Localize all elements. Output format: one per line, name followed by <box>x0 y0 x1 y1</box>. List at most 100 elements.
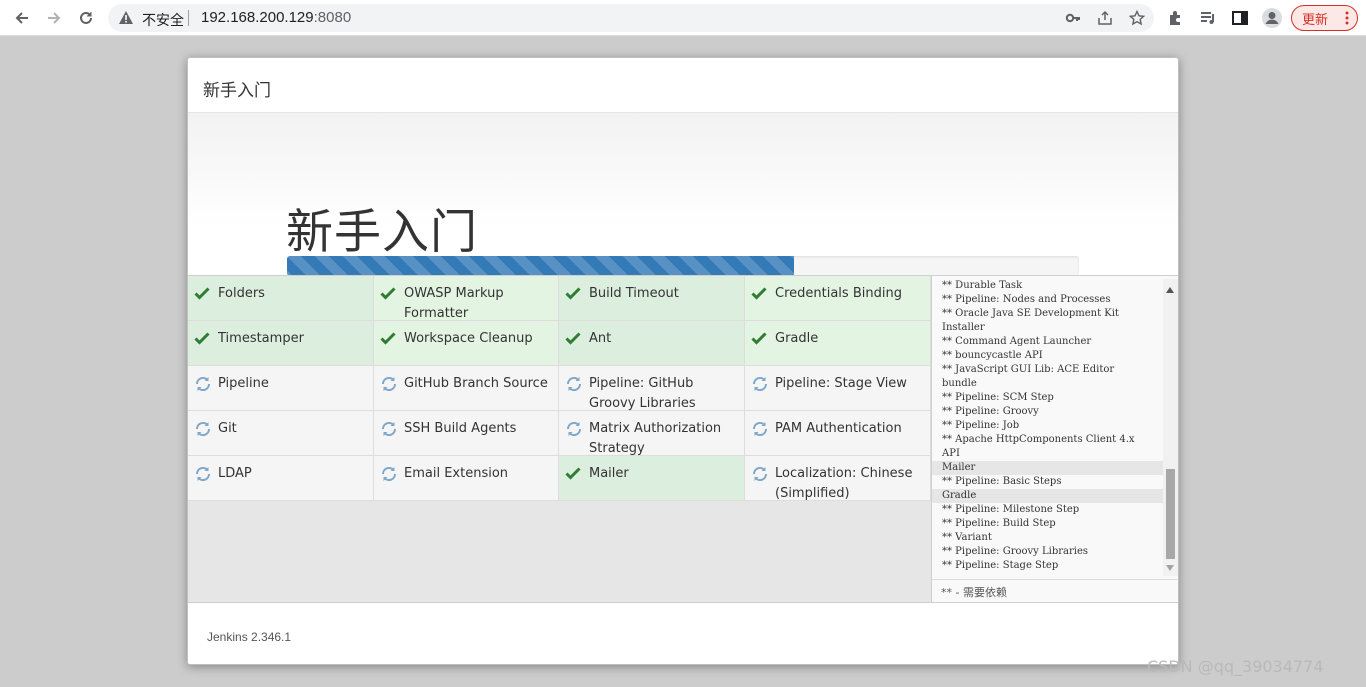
key-icon[interactable] <box>1064 9 1082 27</box>
plugin-label: Gradle <box>775 331 819 346</box>
reload-icon[interactable] <box>72 4 100 32</box>
update-label: 更新 <box>1302 12 1329 28</box>
loading-spinner-icon <box>565 375 582 392</box>
plugin-label: Ant <box>589 331 612 346</box>
loading-spinner-icon <box>380 465 397 482</box>
scroll-up-icon[interactable] <box>1166 287 1174 293</box>
plugin-item: OWASP Markup Formatter <box>374 276 559 321</box>
scroll-down-icon[interactable] <box>1166 565 1174 571</box>
plugin-install-area: Folders OWASP Markup Formatter Build Timeo… <box>188 275 1178 603</box>
log-line: ** JavaScript GUI Lib: ACE Editor <box>942 364 1115 375</box>
update-button[interactable]: 更新 <box>1291 5 1358 31</box>
insecure-label[interactable]: 不安全 <box>142 10 184 30</box>
plugin-item: Credentials Binding <box>745 276 931 321</box>
loading-spinner-icon <box>194 375 211 392</box>
dialog-footer: Jenkins 2.346.1 <box>188 603 1178 664</box>
address-bar[interactable]: 不安全 192.168.200.129:8080 <box>108 4 1154 32</box>
plugin-label: Localization: Chinese (Simplified) <box>775 466 913 501</box>
plugin-label: Build Timeout <box>589 286 679 301</box>
back-icon[interactable] <box>8 4 36 32</box>
plugin-item: Gradle <box>745 321 931 366</box>
plugin-label: LDAP <box>218 466 252 481</box>
log-line: ** bouncycastle API <box>942 350 1043 361</box>
plugin-label: Workspace Cleanup <box>404 331 533 346</box>
extensions-icon[interactable] <box>1162 4 1190 32</box>
plugin-label: Pipeline: GitHub Groovy Libraries <box>589 376 696 411</box>
log-scrollbar[interactable] <box>1163 279 1178 576</box>
more-menu-icon[interactable] <box>1345 10 1349 30</box>
loading-spinner-icon <box>380 375 397 392</box>
loading-spinner-icon <box>565 420 582 437</box>
plugin-label: Matrix Authorization Strategy <box>589 421 722 456</box>
plugin-label: Email Extension <box>404 466 509 481</box>
hero-title: 新手入门 <box>286 205 478 260</box>
loading-spinner-icon <box>194 465 211 482</box>
plugin-label: SSH Build Agents <box>404 421 517 436</box>
log-line: ** Pipeline: Milestone Step <box>942 504 1080 515</box>
plugin-label: Pipeline: Stage View <box>775 376 907 391</box>
jenkins-version: Jenkins 2.346.1 <box>207 630 292 644</box>
scroll-thumb[interactable] <box>1166 469 1175 559</box>
plugin-label: Credentials Binding <box>775 286 902 301</box>
log-line: API <box>942 448 960 459</box>
log-line: ** Pipeline: Groovy <box>942 406 1039 417</box>
log-line: ** Command Agent Launcher <box>942 336 1092 347</box>
plugin-item: Matrix Authorization Strategy <box>559 411 745 456</box>
plugin-item: LDAP <box>188 456 374 501</box>
plugin-item: Pipeline: Stage View <box>745 366 931 411</box>
side-panel-icon[interactable] <box>1226 4 1254 32</box>
log-line: ** Pipeline: Stage Step <box>942 560 1059 571</box>
log-line: ** Pipeline: Build Step <box>942 518 1056 529</box>
dialog-title: 新手入门 <box>203 81 271 101</box>
log-line: Mailer <box>932 461 1163 475</box>
log-line: ** Variant <box>942 532 992 543</box>
check-icon <box>194 330 210 346</box>
loading-spinner-icon <box>751 465 768 482</box>
log-line: ** Pipeline: Groovy Libraries <box>942 546 1089 557</box>
media-playlist-icon[interactable] <box>1194 4 1222 32</box>
url-text[interactable]: 192.168.200.129:8080 <box>201 9 351 26</box>
plugin-item: GitHub Branch Source <box>374 366 559 411</box>
plugin-item: PAM Authentication <box>745 411 931 456</box>
bookmark-star-icon[interactable] <box>1128 9 1146 27</box>
warning-icon[interactable] <box>118 10 134 31</box>
plugin-grid: Folders OWASP Markup Formatter Build Timeo… <box>188 276 931 501</box>
share-icon[interactable] <box>1096 9 1114 27</box>
plugin-label: Git <box>218 421 237 436</box>
setup-wizard-dialog: 新手入门 新手入门 Folders OWASP Markup Formatter B… <box>187 57 1179 665</box>
plugin-item: Email Extension <box>374 456 559 501</box>
plugin-item: Pipeline: GitHub Groovy Libraries <box>559 366 745 411</box>
loading-spinner-icon <box>194 420 211 437</box>
plugin-label: Pipeline <box>218 376 269 391</box>
forward-icon[interactable] <box>40 4 68 32</box>
check-icon <box>751 285 767 301</box>
plugin-label: GitHub Branch Source <box>404 376 548 391</box>
plugin-label: OWASP Markup Formatter <box>404 286 504 321</box>
plugin-item: Localization: Chinese (Simplified) <box>745 456 931 501</box>
log-line: ** Oracle Java SE Development Kit <box>942 308 1119 319</box>
loading-spinner-icon <box>751 375 768 392</box>
profile-avatar-icon[interactable] <box>1258 4 1286 32</box>
log-line: ** Apache HttpComponents Client 4.x <box>942 434 1135 445</box>
plugin-item: SSH Build Agents <box>374 411 559 456</box>
plugin-label: Folders <box>218 286 265 301</box>
plugin-item: Ant <box>559 321 745 366</box>
install-progress-fill <box>287 256 794 276</box>
watermark: CSDN @qq_39034774 <box>1147 657 1324 676</box>
url-host: 192.168.200.129 <box>201 9 314 26</box>
log-line: Gradle <box>932 489 1163 503</box>
plugin-item: Workspace Cleanup <box>374 321 559 366</box>
dialog-header: 新手入门 <box>188 58 1178 113</box>
dependency-legend: ** - 需要依赖 <box>932 579 1178 602</box>
install-log-panel: ** Durable Task ** Pipeline: Nodes and Pr… <box>931 276 1178 602</box>
log-line: Installer <box>942 322 985 333</box>
hero-banner: 新手入门 <box>188 113 1178 276</box>
log-line: ** Pipeline: Basic Steps <box>942 476 1062 487</box>
check-icon <box>194 285 210 301</box>
url-port: :8080 <box>313 9 352 26</box>
install-progress-bar <box>287 256 1079 276</box>
check-icon <box>565 465 581 481</box>
check-icon <box>380 285 396 301</box>
install-log[interactable]: ** Durable Task ** Pipeline: Nodes and Pr… <box>932 276 1163 576</box>
loading-spinner-icon <box>751 420 768 437</box>
